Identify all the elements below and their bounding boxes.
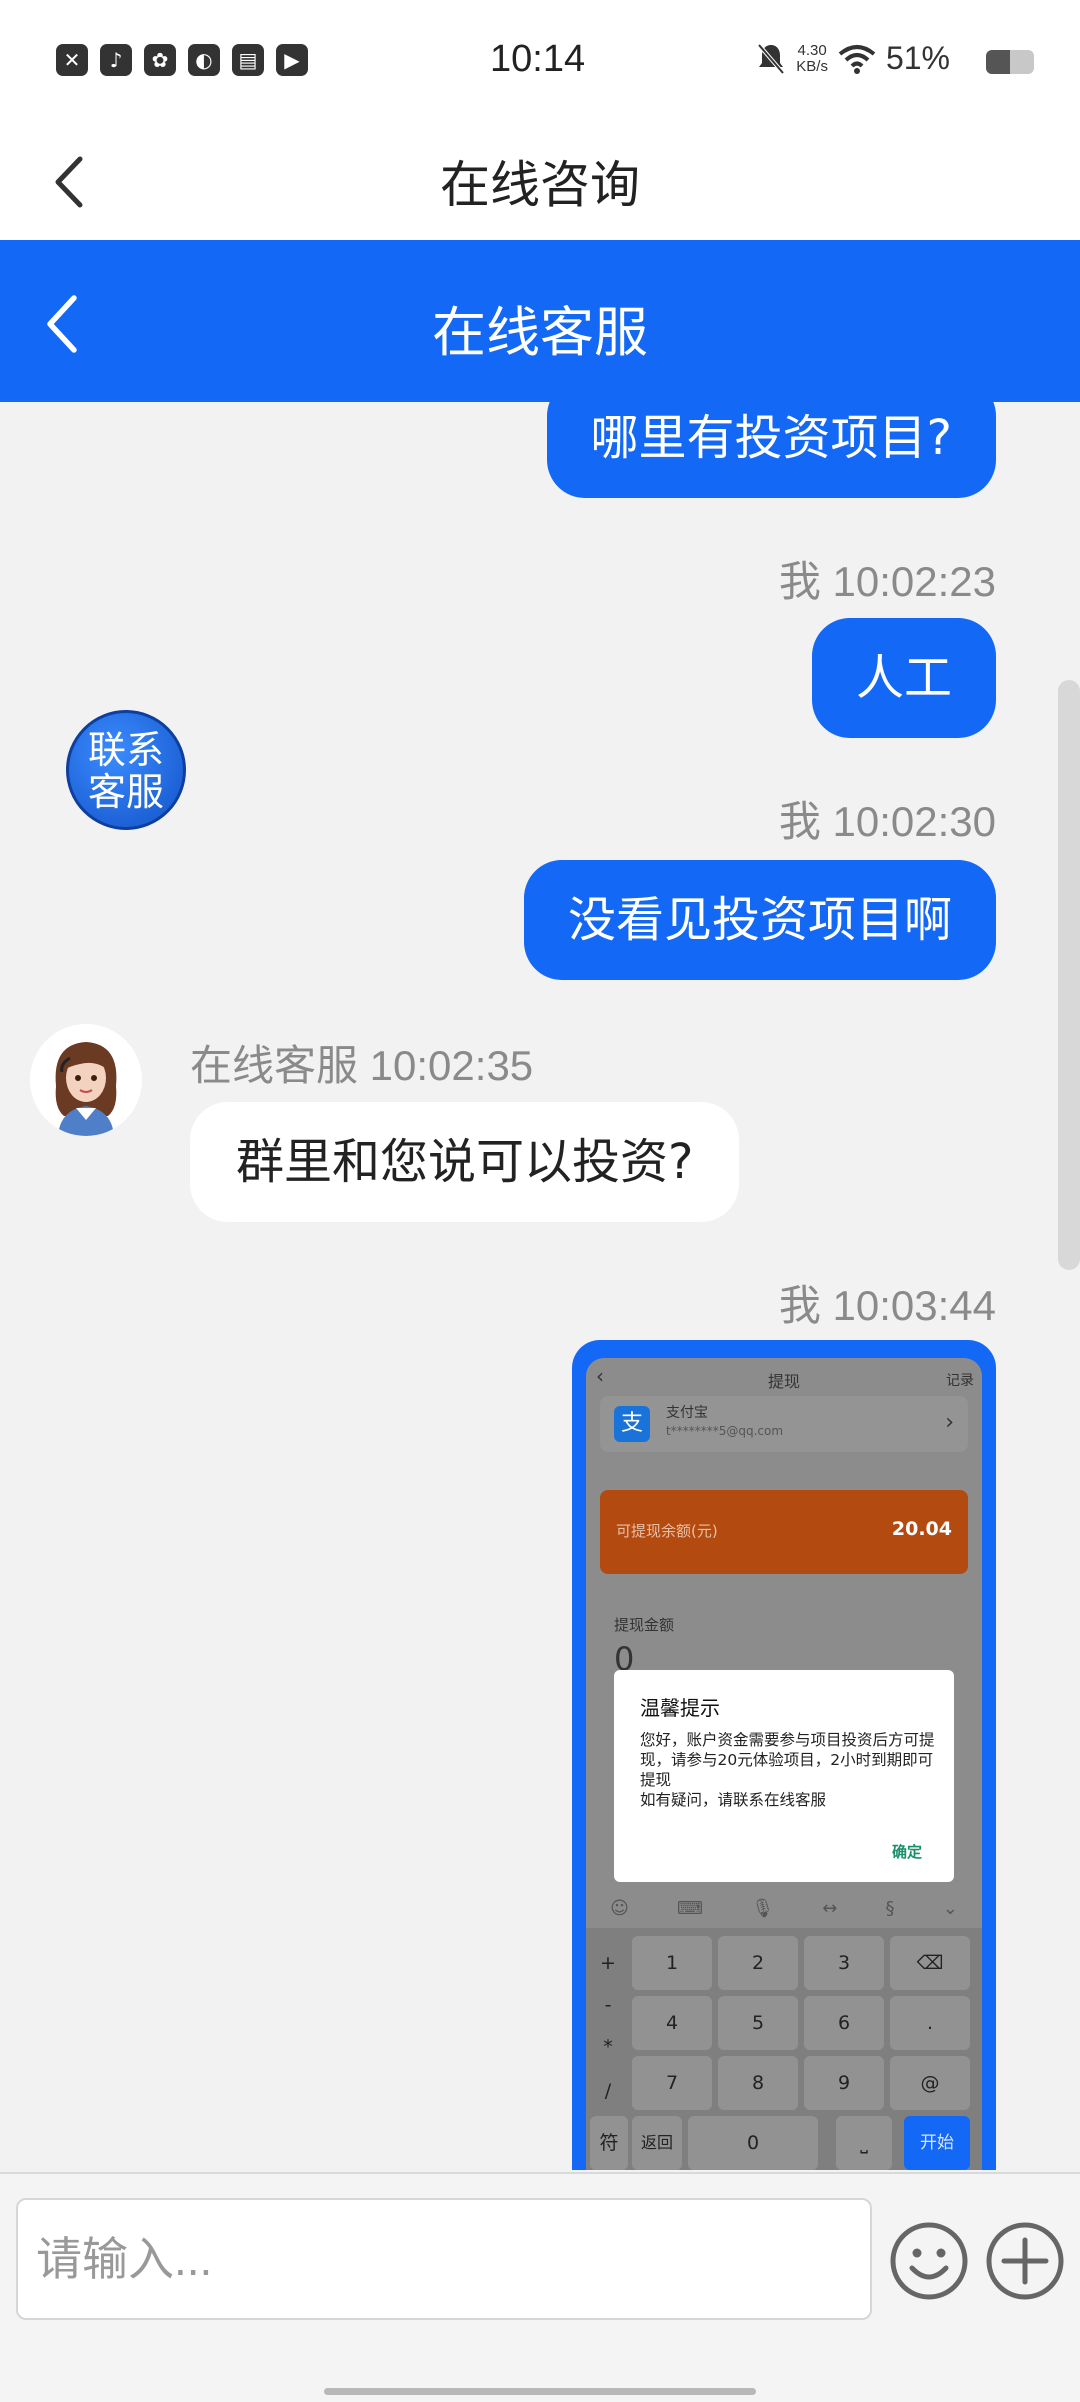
wifi-icon: [838, 44, 876, 74]
my-message-bubble: 人工: [811, 618, 996, 738]
shot-balance-label: 可提现余额(元): [616, 1522, 718, 1540]
key: 0: [688, 2116, 818, 2170]
keyboard-icon: ⌨: [677, 1897, 704, 1919]
key: 4: [632, 1996, 712, 2050]
agent-avatar: [30, 1024, 142, 1136]
backspace-key: ⌫: [890, 1936, 970, 1990]
chevron-down-icon: ⌄: [942, 1897, 958, 1919]
key: 9: [804, 2056, 884, 2110]
video-icon: ▶: [276, 44, 308, 76]
status-bar: ✕ ♪ ✿ ◐ ▤ ▶ 10:14 4.30 KB/s 51%: [0, 0, 1080, 125]
contact-label-line2: 客服: [87, 770, 164, 814]
shot-records-link: 记录: [946, 1373, 974, 1389]
key: 7: [632, 2056, 712, 2110]
notification-icons: ✕ ♪ ✿ ◐ ▤ ▶: [56, 44, 308, 76]
net-speed-unit: KB/s: [796, 57, 828, 75]
agent-message-bubble: 群里和您说可以投资?: [190, 1102, 740, 1222]
alipay-icon: 支: [614, 1406, 650, 1442]
shot-title: 提现: [767, 1372, 800, 1391]
contact-label-line1: 联系: [87, 728, 164, 772]
shot-tip-dialog: 温馨提示 您好，账户资金需要参与项目投资后方可提现，请参与20元体验项目，2小时…: [614, 1670, 954, 1882]
clock: 10:14: [490, 38, 586, 80]
shot-number-keyboard: + - * / 1 2 3 ⌫ 4 5 6 . 7 8 9 @ 符 返回 0 ⎵…: [586, 1928, 982, 2170]
shot-balance-value: 20.04: [891, 1518, 952, 1540]
my-message-bubble: 没看见投资项目啊: [523, 860, 996, 980]
shot-dialog-ok: 确定: [891, 1843, 922, 1861]
shot-dialog-body: 您好，账户资金需要参与项目投资后方可提现，请参与20元体验项目，2小时到期即可提…: [640, 1731, 935, 1809]
key: /: [604, 2080, 612, 2102]
key: 开始: [904, 2116, 970, 2170]
my-message-bubble: 哪里有投资项目?: [546, 402, 996, 498]
withdraw-screenshot: ‹ 提现 记录 支 支付宝 t********5@qq.com › 可提现余额(…: [586, 1358, 982, 2170]
key: 2: [718, 1936, 798, 1990]
page-title: 在线咨询: [440, 156, 640, 214]
key: 8: [718, 2056, 798, 2110]
mic-icon: 🎙: [751, 1897, 775, 1919]
key: ⎵: [836, 2116, 892, 2170]
message-timestamp: 我 10:02:23: [778, 558, 996, 605]
battery-icon: [986, 50, 1034, 74]
app-notification-icon: ✕: [56, 44, 88, 76]
key: 3: [804, 1936, 884, 1990]
message-timestamp: 我 10:02:30: [778, 798, 996, 845]
emoji-icon: ☺: [610, 1897, 629, 1919]
battery-percent: 51%: [885, 40, 950, 76]
net-speed: 4.30 KB/s: [796, 41, 828, 75]
agent-avatar-icon: [30, 1024, 142, 1136]
image-message-bubble[interactable]: ‹ 提现 记录 支 支付宝 t********5@qq.com › 可提现余额(…: [572, 1340, 996, 2170]
clipboard-icon: §: [885, 1897, 895, 1919]
message-input[interactable]: 请输入...: [16, 2198, 872, 2320]
net-speed-value: 4.30: [797, 41, 827, 59]
home-indicator[interactable]: [324, 2388, 756, 2395]
shot-pay-account: t********5@qq.com: [666, 1424, 784, 1438]
tiktok-icon: ♪: [100, 44, 132, 76]
message-timestamp: 在线客服 10:02:35: [190, 1042, 534, 1089]
shot-payment-account: 支 支付宝 t********5@qq.com ›: [600, 1396, 968, 1452]
shot-keyboard-toolbar: ☺ ⌨ 🎙 ↔ § ⌄: [586, 1888, 982, 1928]
top-nav: 在线咨询: [0, 125, 1080, 240]
key: .: [890, 1996, 970, 2050]
emoji-icon[interactable]: [888, 2220, 970, 2302]
chat-header: 在线客服: [0, 240, 1080, 402]
key: @: [890, 2056, 970, 2110]
key: 符: [590, 2116, 628, 2170]
chat-scrollbar[interactable]: [1058, 680, 1080, 1270]
shot-dialog-title: 温馨提示: [640, 1696, 720, 1720]
shot-pay-name: 支付宝: [666, 1405, 708, 1421]
key: 5: [718, 1996, 798, 2050]
shot-header: ‹ 提现 记录: [586, 1358, 982, 1400]
message-timestamp: 我 10:03:44: [778, 1282, 996, 1329]
shot-amount-label: 提现金额: [614, 1616, 675, 1634]
mute-icon: [757, 43, 785, 74]
key: 返回: [632, 2116, 682, 2170]
wechat-icon: ✿: [144, 44, 176, 76]
key: 6: [804, 1996, 884, 2050]
chat-title: 在线客服: [432, 301, 648, 364]
cursor-icon: ↔: [822, 1897, 838, 1919]
status-indicators: 4.30 KB/s 51%: [756, 40, 950, 77]
key: 1: [632, 1936, 712, 1990]
plus-icon[interactable]: [984, 2220, 1066, 2302]
app-notification-icon: ▤: [232, 44, 264, 76]
app-notification-icon: ◐: [188, 44, 220, 76]
shot-balance-card: 可提现余额(元) 20.04: [600, 1490, 968, 1574]
message-input-bar: 请输入...: [0, 2172, 1080, 2402]
chevron-right-icon: ›: [945, 1410, 954, 1435]
contact-support-button[interactable]: 联系 客服: [66, 710, 186, 830]
